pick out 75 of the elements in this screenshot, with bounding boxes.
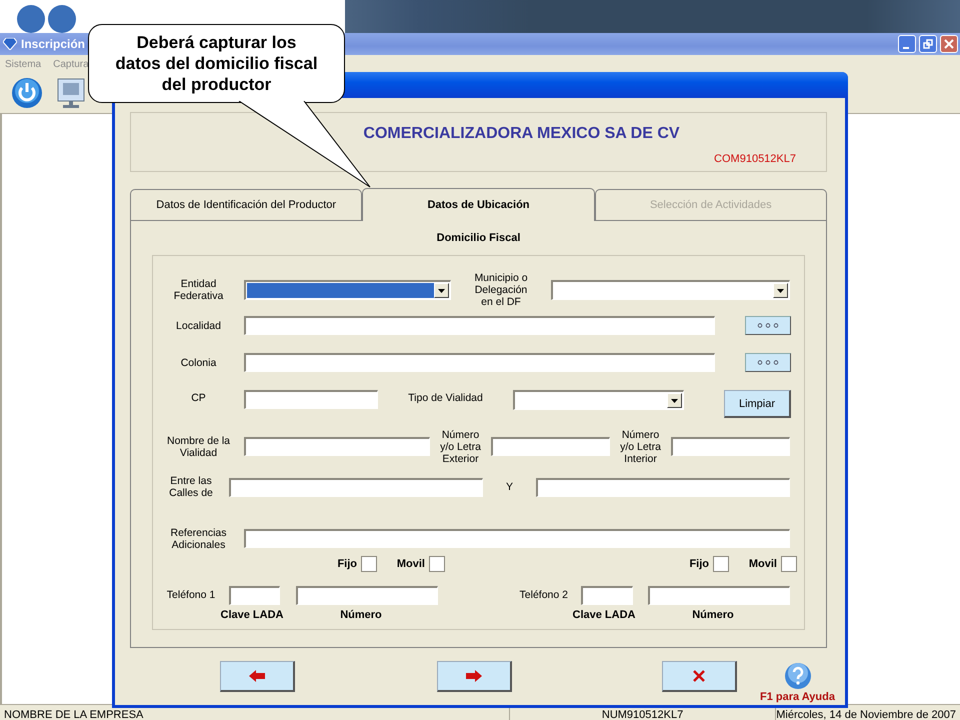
tab[interactable]: Datos de Identificación del Productor <box>130 189 362 220</box>
caret-icon <box>438 288 445 292</box>
field-label: Entidad Federativa <box>172 278 224 302</box>
minimize-icon <box>903 47 909 49</box>
help-icon[interactable] <box>784 662 812 690</box>
field-label: Municipio o Delegación en el DF <box>473 272 529 308</box>
field-caption: Fijo <box>688 558 710 570</box>
checkbox[interactable] <box>361 556 377 572</box>
dropdown[interactable] <box>244 280 451 300</box>
text-field[interactable] <box>671 437 790 456</box>
text-field[interactable] <box>296 586 438 604</box>
field-label: CP <box>190 391 207 404</box>
field-label: Localidad <box>175 320 222 332</box>
callout: Deberá capturar los datos del domicilio fiscal del productor <box>88 24 345 103</box>
restore-icon <box>923 39 933 49</box>
field-label: Teléfono 2 <box>518 589 569 601</box>
text-field[interactable] <box>536 478 790 496</box>
company-name: COMERCIALIZADORA MEXICO SA DE CV <box>363 125 680 144</box>
caret-icon <box>671 398 678 402</box>
field-label: Referencias Adicionales <box>169 526 228 550</box>
text-field[interactable] <box>491 437 610 456</box>
close-button[interactable] <box>940 35 958 53</box>
tab[interactable]: Datos de Ubicación <box>362 188 595 221</box>
help-hint: F1 para Ayuda <box>760 691 835 703</box>
next-button[interactable] <box>437 661 512 692</box>
text-field[interactable] <box>229 586 280 604</box>
cancel-button[interactable] <box>662 661 737 692</box>
field-caption: Clave LADA <box>572 609 636 621</box>
restore-button[interactable] <box>919 35 937 53</box>
text-field[interactable] <box>244 390 378 409</box>
field-caption: Movil <box>396 558 426 570</box>
field-caption: Movil <box>748 558 778 570</box>
field-label: Colonia <box>180 356 218 368</box>
close-icon <box>944 39 954 49</box>
dropdown[interactable] <box>551 280 790 300</box>
ellipsis-icon <box>757 360 779 365</box>
window-title: Inscripción <box>21 37 86 51</box>
x-icon <box>693 670 705 682</box>
field-label: Entre las Calles de <box>168 475 214 499</box>
field-label: Número y/o Letra Interior <box>619 428 662 464</box>
action-button[interactable]: Limpiar <box>724 390 791 418</box>
field-caption: Fijo <box>336 558 358 570</box>
text-field[interactable] <box>648 586 790 604</box>
left-arrow-icon <box>249 670 265 682</box>
dropdown[interactable] <box>513 390 684 410</box>
ellipsis-icon <box>757 323 779 328</box>
status-text: Miércoles, 14 de Noviembre de 2007 <box>776 708 957 720</box>
field-label: Y <box>504 481 514 493</box>
section-title: Domicilio Fiscal <box>436 232 522 246</box>
logo-icon <box>17 5 77 33</box>
field-caption: Número <box>339 609 383 621</box>
text-field[interactable] <box>581 586 633 604</box>
field-caption: Clave LADA <box>220 609 284 621</box>
field-label: Nombre de la Vialidad <box>166 434 232 458</box>
text-field[interactable] <box>244 437 430 456</box>
field-caption: Número <box>691 609 735 621</box>
checkbox[interactable] <box>429 556 445 572</box>
checkbox[interactable] <box>781 556 797 572</box>
minimize-button[interactable] <box>898 35 916 53</box>
gem-icon <box>3 38 17 50</box>
text-field[interactable] <box>229 478 483 496</box>
text-field[interactable] <box>244 316 715 335</box>
field-label: Teléfono 1 <box>166 589 216 601</box>
text-field[interactable] <box>244 529 790 548</box>
browse-button[interactable] <box>745 353 791 372</box>
text-field[interactable] <box>244 353 715 372</box>
browse-button[interactable] <box>745 316 791 335</box>
caret-icon <box>777 288 784 292</box>
rfc-code: COM910512KL7 <box>714 153 796 165</box>
field-label: Tipo de Vialidad <box>407 391 484 404</box>
field-label: Número y/o Letra Exterior <box>439 428 482 464</box>
power-icon[interactable] <box>9 75 45 111</box>
checkbox[interactable] <box>713 556 729 572</box>
back-button[interactable] <box>220 661 295 692</box>
right-arrow-icon <box>466 670 482 682</box>
